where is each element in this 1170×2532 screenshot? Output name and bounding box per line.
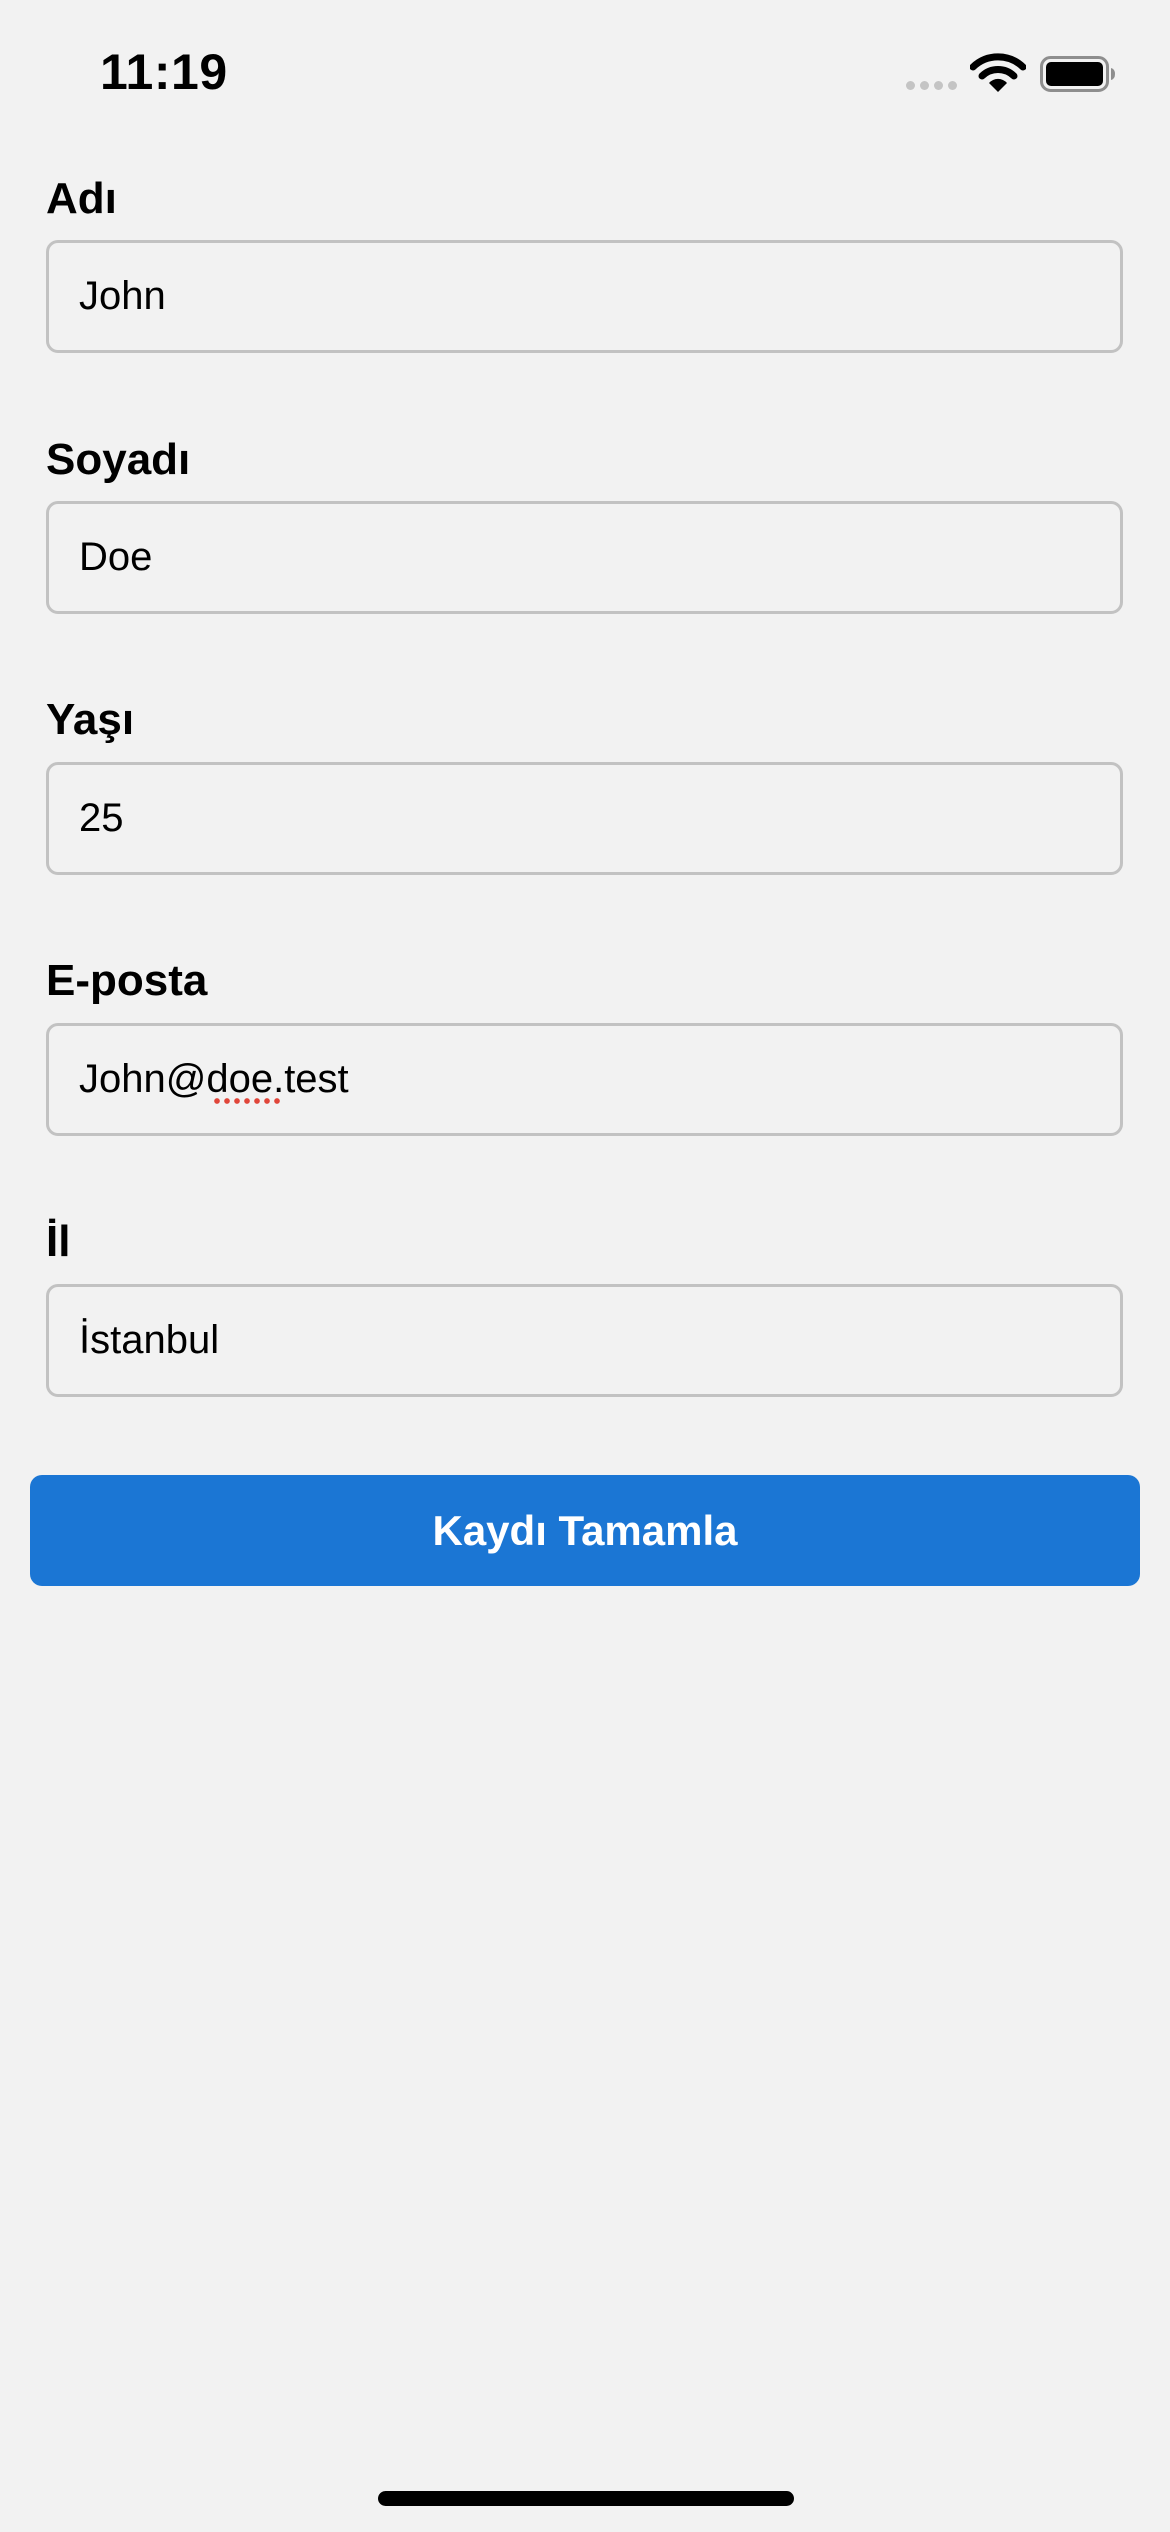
email-label: E-posta bbox=[46, 956, 208, 1005]
status-time: 11:19 bbox=[100, 44, 228, 100]
battery-icon bbox=[1040, 56, 1115, 92]
city-input[interactable] bbox=[46, 1284, 1123, 1397]
last-name-label: Soyadı bbox=[46, 435, 191, 484]
status-bar: 11:19 bbox=[0, 0, 1170, 140]
city-label: İl bbox=[46, 1217, 71, 1266]
complete-registration-button[interactable]: Kaydı Tamamla bbox=[30, 1475, 1140, 1586]
wifi-icon bbox=[970, 53, 1026, 92]
last-name-input[interactable] bbox=[46, 501, 1123, 614]
home-indicator[interactable] bbox=[378, 2491, 794, 2506]
first-name-input[interactable] bbox=[46, 240, 1123, 353]
age-input[interactable] bbox=[46, 762, 1123, 875]
spellcheck-underline bbox=[212, 1097, 282, 1105]
first-name-label: Adı bbox=[46, 174, 117, 223]
age-label: Yaşı bbox=[46, 695, 135, 744]
cellular-signal-icon bbox=[906, 81, 960, 91]
email-input[interactable] bbox=[46, 1023, 1123, 1136]
